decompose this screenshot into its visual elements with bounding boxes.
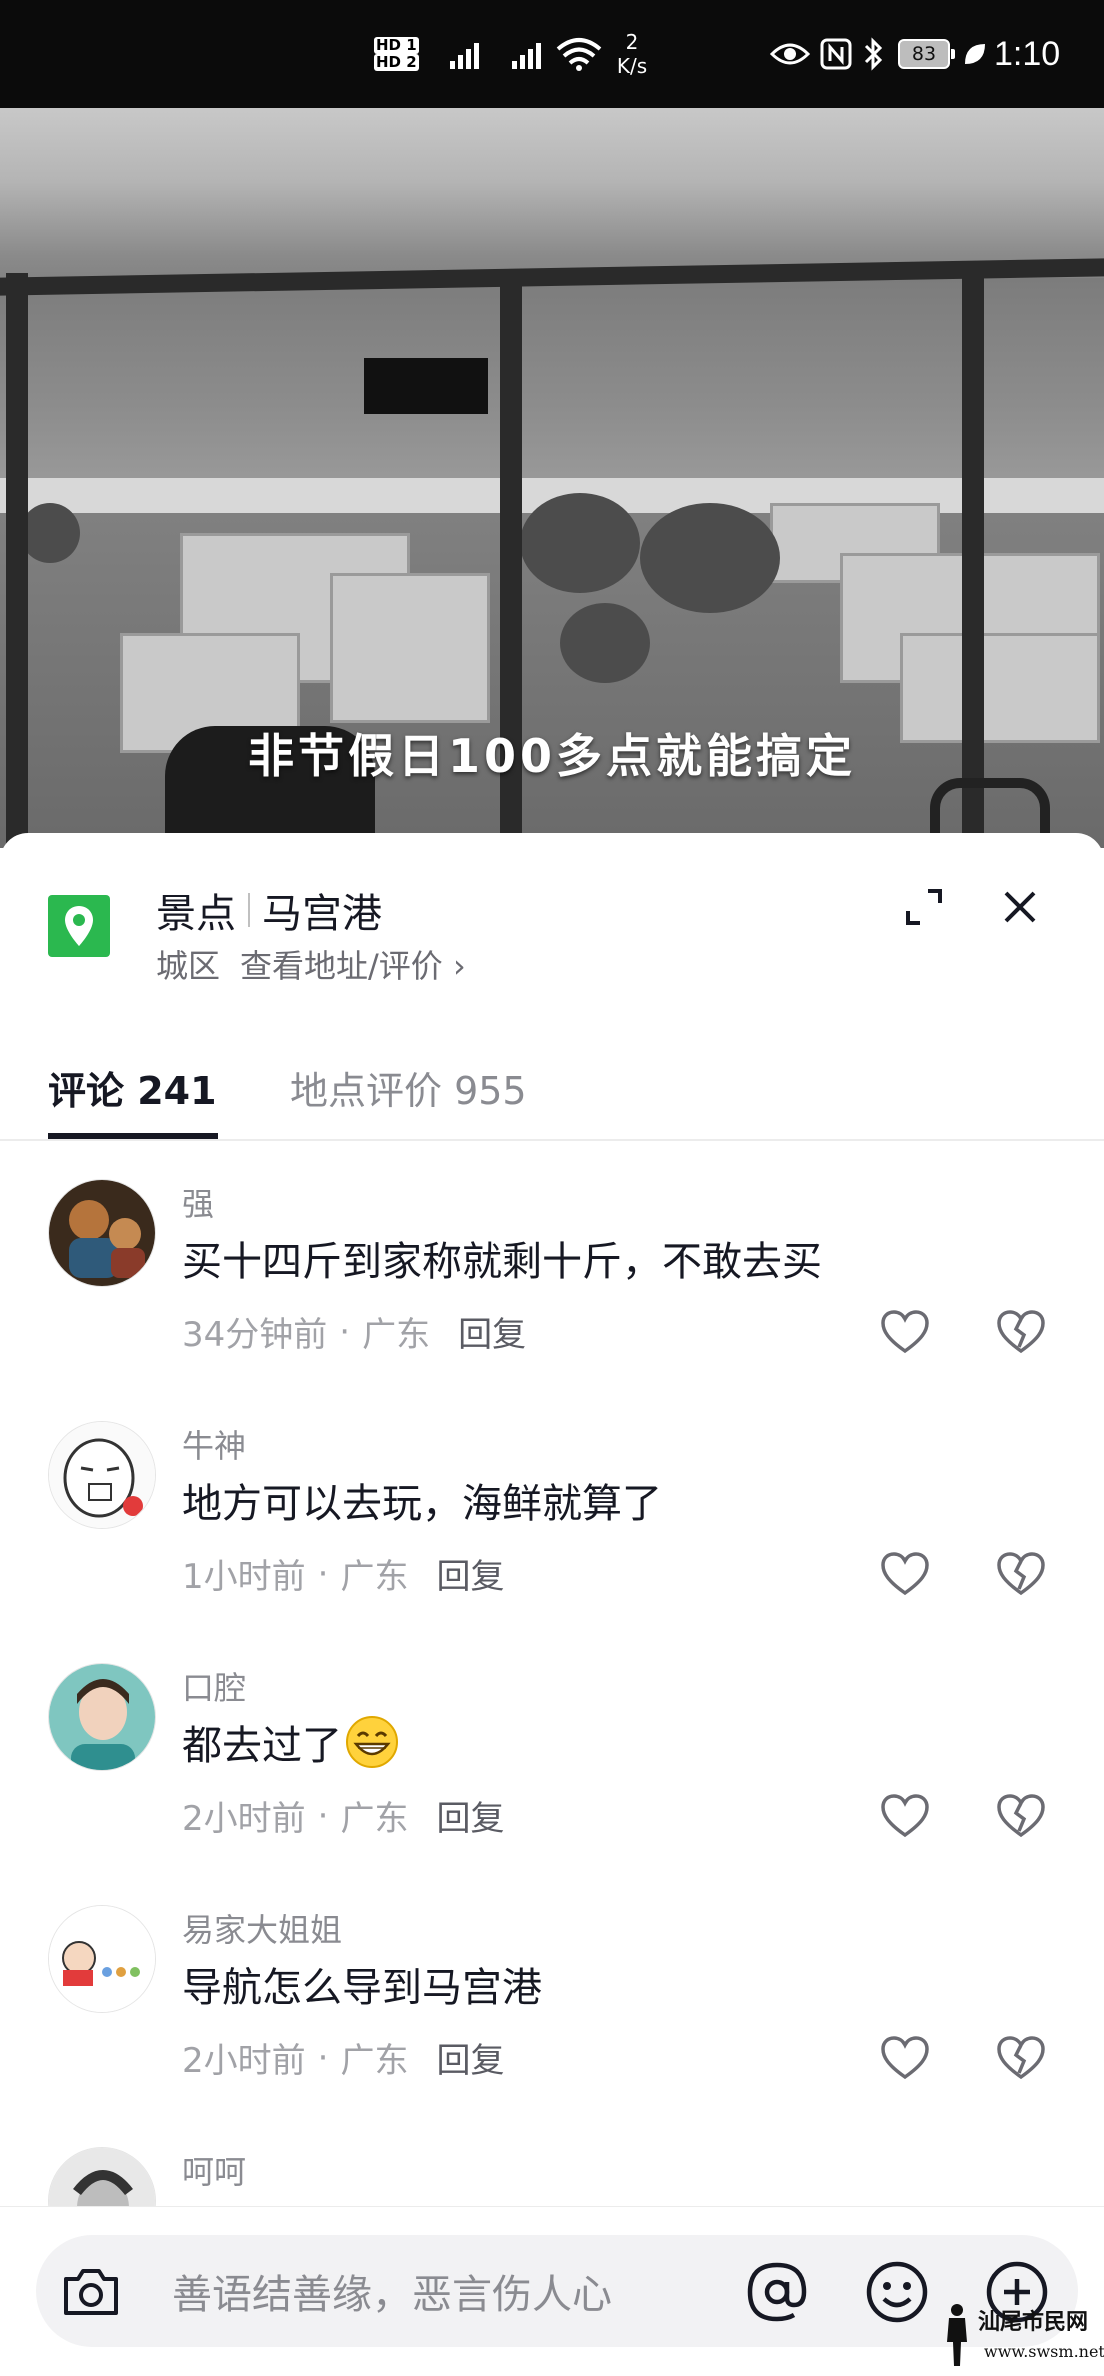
comment-text: 买十四斤到家称就剩十斤，不敢去买 bbox=[182, 1239, 822, 1285]
comment-username[interactable]: 口腔 bbox=[182, 1663, 246, 1709]
avatar[interactable] bbox=[48, 1905, 156, 2013]
comment-sheet: 景点 马宫港 城区 查看地址/评价 › 评论 241 地点评价 955 强 买十… bbox=[0, 833, 1104, 2376]
wifi-icon bbox=[554, 0, 604, 108]
video-player[interactable]: 非节假日100多点就能搞定 bbox=[0, 108, 1104, 848]
comment-time: 2小时前 bbox=[182, 2041, 306, 2081]
tab-indicator bbox=[48, 1133, 218, 1139]
comment-text: 导航怎么导到马宫港 bbox=[182, 1965, 542, 2011]
comment-text-content: 都去过了 bbox=[182, 1723, 342, 1769]
tab-place-reviews[interactable]: 地点评价 955 bbox=[290, 1033, 527, 1141]
comment-item[interactable]: 易家大姐姐 导航怎么导到马宫港 2小时前 · 广东 回复 bbox=[0, 1885, 1104, 2125]
comment-username[interactable]: 牛神 bbox=[182, 1421, 246, 1467]
like-heart-icon[interactable] bbox=[880, 2035, 930, 2081]
comment-username[interactable]: 易家大姐姐 bbox=[182, 1905, 342, 1951]
comment-time: 1小时前 bbox=[182, 1557, 306, 1597]
video-caption: 非节假日100多点就能搞定 bbox=[247, 729, 857, 783]
video-sea bbox=[0, 278, 1104, 488]
camera-icon[interactable] bbox=[60, 2261, 122, 2323]
avatar[interactable] bbox=[48, 2147, 156, 2207]
hd2-badge: HD 2 bbox=[374, 53, 419, 71]
close-icon[interactable] bbox=[996, 883, 1044, 931]
reply-button[interactable]: 回复 bbox=[436, 2033, 504, 2082]
grin-emoji-icon bbox=[346, 1716, 398, 1768]
comment-meta: 1小时前 · 广东 回复 bbox=[182, 1549, 504, 1598]
hd1-badge: HD 1 bbox=[374, 36, 419, 54]
view-address-link[interactable]: 查看地址/评价 › bbox=[240, 941, 466, 987]
location-category: 景点 bbox=[156, 891, 236, 937]
clock: 1:10 bbox=[994, 34, 1061, 73]
site-watermark: 汕尾市民网 www.swsm.net bbox=[940, 2300, 1104, 2370]
comment-region: 广东 bbox=[340, 1799, 409, 1839]
dislike-broken-heart-icon[interactable] bbox=[996, 1309, 1046, 1355]
location-subtitle[interactable]: 城区 查看地址/评价 › bbox=[156, 941, 466, 987]
location-title[interactable]: 景点 马宫港 bbox=[156, 881, 382, 939]
comment-region: 广东 bbox=[362, 1315, 431, 1355]
location-name: 马宫港 bbox=[262, 891, 382, 937]
comment-placeholder[interactable]: 善语结善缘，恶言伤人心 bbox=[172, 2235, 612, 2347]
watermark-text: 汕尾市民网 bbox=[978, 2309, 1089, 2335]
avatar[interactable] bbox=[48, 1663, 156, 1771]
comment-meta: 2小时前 · 广东 回复 bbox=[182, 1791, 504, 1840]
comment-item[interactable]: 牛神 地方可以去玩，海鲜就算了 1小时前 · 广东 回复 bbox=[0, 1401, 1104, 1641]
comment-region: 广东 bbox=[340, 1557, 409, 1597]
watermark-url: www.swsm.net bbox=[984, 2342, 1104, 2361]
comment-text: 地方可以去玩，海鲜就算了 bbox=[182, 1481, 662, 1527]
expand-icon[interactable] bbox=[900, 883, 948, 931]
dislike-broken-heart-icon[interactable] bbox=[996, 1551, 1046, 1597]
mention-at-icon[interactable] bbox=[742, 2257, 812, 2327]
comment-text: 都去过了 bbox=[182, 1713, 400, 1771]
railing-sign bbox=[364, 358, 488, 414]
reply-button[interactable]: 回复 bbox=[458, 1307, 526, 1356]
network-speed: 2 K/s bbox=[612, 0, 652, 108]
reply-button[interactable]: 回复 bbox=[436, 1549, 504, 1598]
comment-username[interactable]: 呵呵 bbox=[182, 2147, 246, 2193]
tab-bar: 评论 241 地点评价 955 bbox=[0, 1033, 1104, 1141]
comment-item[interactable]: 强 买十四斤到家称就剩十斤，不敢去买 34分钟前 · 广东 回复 bbox=[0, 1159, 1104, 1399]
status-bar: HD 1 HD 2 2 K/s 83 1:10 bbox=[0, 0, 1104, 108]
comment-meta: 2小时前 · 广东 回复 bbox=[182, 2033, 504, 2082]
meta-dot: · bbox=[317, 2037, 329, 2078]
comment-username[interactable]: 强 bbox=[182, 1179, 214, 1225]
bluetooth-icon bbox=[862, 0, 886, 108]
avatar[interactable] bbox=[48, 1179, 156, 1287]
network-speed-unit: K/s bbox=[616, 54, 648, 78]
battery-indicator: 83 bbox=[898, 39, 955, 69]
reply-button[interactable]: 回复 bbox=[436, 1791, 504, 1840]
signal-icon bbox=[448, 0, 492, 108]
like-heart-icon[interactable] bbox=[880, 1551, 930, 1597]
dislike-broken-heart-icon[interactable] bbox=[996, 2035, 1046, 2081]
avatar[interactable] bbox=[48, 1421, 156, 1529]
tab-comments[interactable]: 评论 241 bbox=[48, 1033, 217, 1141]
comment-meta: 34分钟前 · 广东 回复 bbox=[182, 1307, 526, 1356]
meta-dot: · bbox=[317, 1795, 329, 1836]
location-area: 城区 bbox=[156, 947, 221, 985]
meta-dot: · bbox=[317, 1553, 329, 1594]
title-divider bbox=[248, 893, 250, 927]
eye-icon bbox=[770, 0, 810, 108]
nfc-icon bbox=[820, 0, 852, 108]
hd-indicator: HD 1 HD 2 bbox=[374, 0, 421, 108]
watermark-figure-icon bbox=[947, 2304, 967, 2366]
dislike-broken-heart-icon[interactable] bbox=[996, 1793, 1046, 1839]
comment-input-area: 善语结善缘，恶言伤人心 bbox=[0, 2206, 1104, 2376]
network-speed-value: 2 bbox=[625, 30, 639, 54]
leaf-icon bbox=[962, 0, 988, 108]
meta-dot: · bbox=[339, 1311, 351, 1352]
comment-item[interactable]: 口腔 都去过了 2小时前 · 广东 回复 bbox=[0, 1643, 1104, 1883]
signal-icon bbox=[510, 0, 554, 108]
comment-time: 2小时前 bbox=[182, 1799, 306, 1839]
like-heart-icon[interactable] bbox=[880, 1309, 930, 1355]
comment-item[interactable]: 呵呵 bbox=[0, 2127, 1104, 2207]
like-heart-icon[interactable] bbox=[880, 1793, 930, 1839]
comment-region: 广东 bbox=[340, 2041, 409, 2081]
map-pin-icon bbox=[48, 895, 110, 957]
comment-time: 34分钟前 bbox=[182, 1315, 328, 1355]
emoji-icon[interactable] bbox=[862, 2257, 932, 2327]
comment-input[interactable]: 善语结善缘，恶言伤人心 bbox=[36, 2235, 1078, 2347]
